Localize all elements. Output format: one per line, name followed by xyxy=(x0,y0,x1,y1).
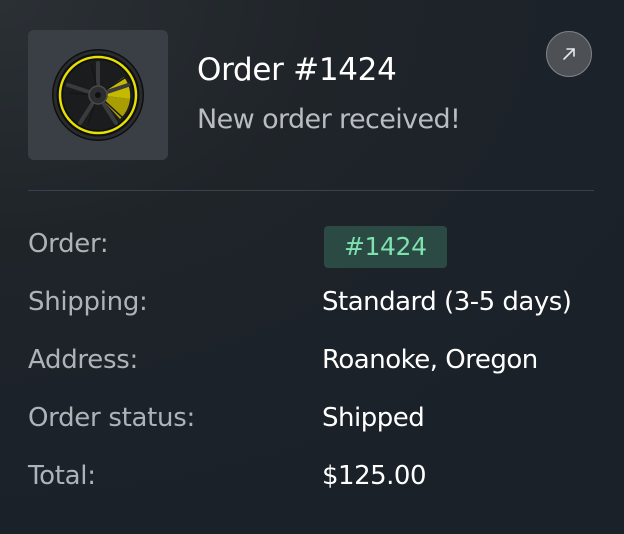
order-label: Order: xyxy=(28,229,109,259)
open-order-button[interactable] xyxy=(546,31,592,77)
shipping-label: Shipping: xyxy=(28,287,148,317)
detail-row-order: Order: #1424 xyxy=(28,224,594,268)
total-value: $125.00 xyxy=(322,461,427,491)
address-label: Address: xyxy=(28,345,138,375)
order-status-label: Order status: xyxy=(28,403,195,433)
header-divider xyxy=(28,190,594,191)
order-subtitle: New order received! xyxy=(197,104,461,135)
detail-row-total: Total: $125.00 xyxy=(28,456,594,496)
detail-row-shipping: Shipping: Standard (3-5 days) xyxy=(28,282,594,322)
detail-row-address: Address: Roanoke, Oregon xyxy=(28,340,594,380)
shipping-value: Standard (3-5 days) xyxy=(322,287,572,317)
order-number-badge: #1424 xyxy=(324,226,447,268)
address-value: Roanoke, Oregon xyxy=(322,345,538,375)
total-label: Total: xyxy=(28,461,96,491)
arrow-up-right-icon xyxy=(563,48,575,60)
order-notification-card: Order #1424 New order received! Order: #… xyxy=(0,0,624,534)
order-status-value: Shipped xyxy=(322,403,425,433)
product-thumbnail xyxy=(28,30,168,160)
wheel-icon xyxy=(52,49,144,141)
detail-row-status: Order status: Shipped xyxy=(28,398,594,438)
order-title: Order #1424 xyxy=(197,52,397,88)
